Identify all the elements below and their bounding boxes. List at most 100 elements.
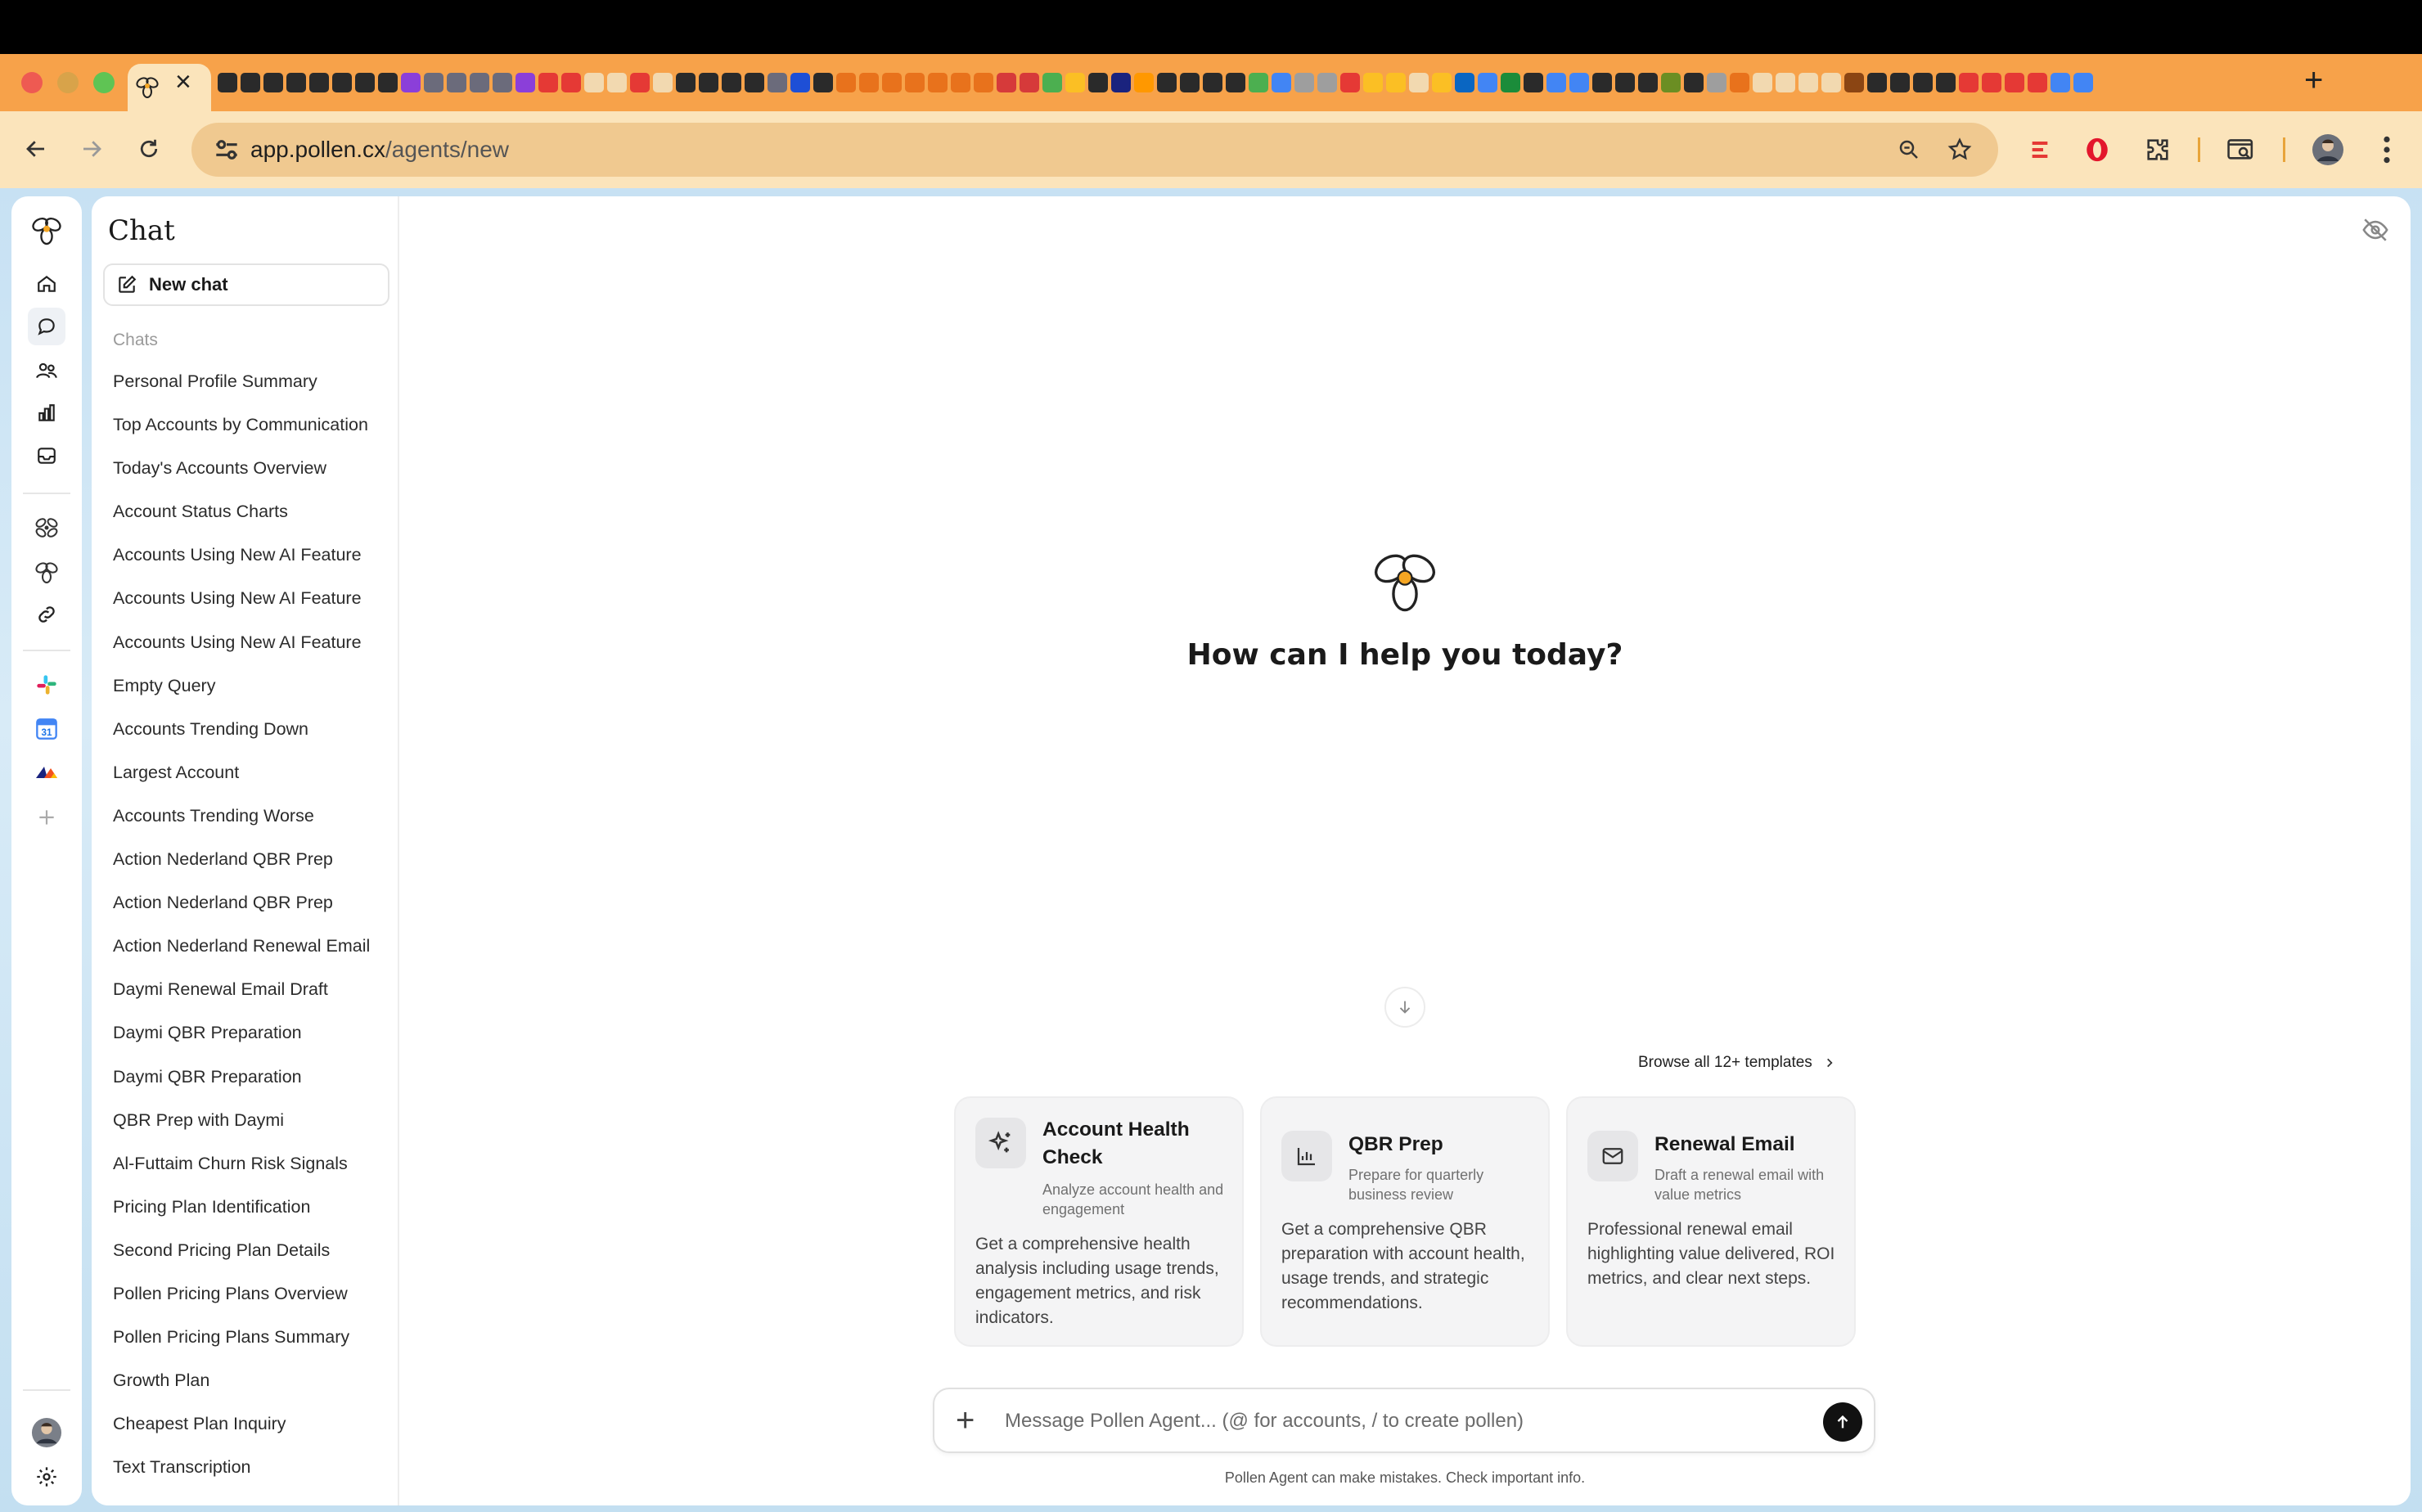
- bookmark-star-icon[interactable]: [1943, 133, 1977, 167]
- chat-history-item[interactable]: Cheapest Plan Inquiry: [113, 1412, 370, 1456]
- chat-history-item[interactable]: Al-Futtaim Churn Risk Signals: [113, 1152, 370, 1195]
- chat-history-item[interactable]: QBR Prep with Daymi: [113, 1109, 370, 1152]
- pinned-tab-favicon[interactable]: [2073, 73, 2093, 92]
- close-window-button[interactable]: [21, 72, 43, 93]
- template-card-qbr-prep[interactable]: QBR Prep Prepare for quarterly business …: [1260, 1096, 1550, 1347]
- pinned-tab-favicon[interactable]: [1753, 73, 1772, 92]
- extension-red-icon[interactable]: [2019, 129, 2060, 170]
- chat-history-item[interactable]: Pollen Pricing Plans Summary: [113, 1325, 370, 1369]
- chat-history-item[interactable]: Accounts Using New AI Feature: [113, 587, 370, 630]
- pinned-tab-favicon[interactable]: [699, 73, 718, 92]
- chat-history-item[interactable]: Empty Query: [113, 674, 370, 718]
- add-attachment-button[interactable]: +: [956, 1402, 975, 1438]
- user-avatar[interactable]: [28, 1414, 65, 1451]
- pinned-tab-favicon[interactable]: [1776, 73, 1795, 92]
- analytics-icon[interactable]: [28, 394, 65, 432]
- pinned-tab-favicon[interactable]: [768, 73, 787, 92]
- chat-history-item[interactable]: Personal Profile Summary: [113, 370, 370, 413]
- chat-history-item[interactable]: Accounts Trending Worse: [113, 804, 370, 848]
- pinned-tab-favicon[interactable]: [813, 73, 833, 92]
- pinned-tab-favicon[interactable]: [653, 73, 673, 92]
- pinned-tab-favicon[interactable]: [2028, 73, 2047, 92]
- pinned-tab-favicon[interactable]: [1134, 73, 1154, 92]
- pinned-tab-favicon[interactable]: [309, 73, 329, 92]
- pinned-tab-favicon[interactable]: [1111, 73, 1131, 92]
- pinned-tab-favicon[interactable]: [584, 73, 604, 92]
- pinned-tab-favicon[interactable]: [722, 73, 741, 92]
- chat-history-item[interactable]: Action Nederland QBR Prep: [113, 891, 370, 934]
- back-button[interactable]: [15, 128, 57, 170]
- link-icon[interactable]: [28, 596, 65, 633]
- pinned-tab-favicon[interactable]: [1065, 73, 1085, 92]
- tab-close-icon[interactable]: ×: [175, 67, 191, 97]
- pinned-tab-favicon[interactable]: [1088, 73, 1108, 92]
- pinned-tab-favicon[interactable]: [790, 73, 810, 92]
- accounts-icon[interactable]: [28, 352, 65, 389]
- pinned-tab-favicon[interactable]: [1203, 73, 1222, 92]
- pinned-tab-favicon[interactable]: [2051, 73, 2070, 92]
- pinned-tab-favicon[interactable]: [241, 73, 260, 92]
- zoom-icon[interactable]: [1892, 133, 1926, 167]
- slack-icon[interactable]: [28, 666, 65, 704]
- pinned-tab-favicon[interactable]: [1249, 73, 1268, 92]
- chat-history-item[interactable]: Text Transcription: [113, 1456, 370, 1499]
- pinned-tab-favicon[interactable]: [378, 73, 398, 92]
- pinned-tab-favicon[interactable]: [1042, 73, 1062, 92]
- pinned-tab-favicon[interactable]: [1844, 73, 1864, 92]
- pinned-tab-favicon[interactable]: [1020, 73, 1039, 92]
- pinned-tab-favicon[interactable]: [1890, 73, 1910, 92]
- pinned-tab-favicon[interactable]: [1569, 73, 1589, 92]
- pinned-tab-favicon[interactable]: [470, 73, 489, 92]
- pinned-tab-favicon[interactable]: [905, 73, 925, 92]
- pinned-tab-favicon[interactable]: [538, 73, 558, 92]
- opera-extension-icon[interactable]: [2077, 129, 2118, 170]
- profile-avatar[interactable]: [2307, 129, 2348, 170]
- browser-menu-icon[interactable]: [2366, 129, 2407, 170]
- pinned-tab-favicon[interactable]: [1867, 73, 1887, 92]
- new-tab-button[interactable]: +: [2304, 62, 2323, 99]
- template-card-renewal-email[interactable]: Renewal Email Draft a renewal email with…: [1566, 1096, 1856, 1347]
- pinned-tab-favicon[interactable]: [951, 73, 970, 92]
- chat-history-item[interactable]: Growth Plan: [113, 1369, 370, 1412]
- pinned-tab-favicon[interactable]: [424, 73, 443, 92]
- pinned-tab-favicon[interactable]: [997, 73, 1016, 92]
- chat-history-item[interactable]: Top Accounts by Communication: [113, 413, 370, 457]
- pinned-tab-favicon[interactable]: [218, 73, 237, 92]
- active-tab[interactable]: [128, 64, 211, 111]
- pollen-agent-icon[interactable]: [28, 509, 65, 547]
- pinned-tab-favicon[interactable]: [355, 73, 375, 92]
- pinned-tab-favicon[interactable]: [859, 73, 879, 92]
- pinned-tab-favicon[interactable]: [1936, 73, 1956, 92]
- pinned-tab-favicon[interactable]: [1546, 73, 1566, 92]
- pinned-tab-favicon[interactable]: [607, 73, 627, 92]
- chat-history-item[interactable]: Account Status Charts: [113, 500, 370, 543]
- pinned-tab-favicon[interactable]: [401, 73, 421, 92]
- pinned-tab-favicon[interactable]: [1455, 73, 1474, 92]
- template-card-account-health[interactable]: Account Health Check Analyze account hea…: [954, 1096, 1244, 1347]
- pinned-tab-favicon[interactable]: [630, 73, 650, 92]
- pinned-tab-favicon[interactable]: [1821, 73, 1841, 92]
- pinned-tab-favicon[interactable]: [1913, 73, 1933, 92]
- pinned-tab-favicon[interactable]: [515, 73, 535, 92]
- eye-off-icon[interactable]: [2361, 216, 2389, 248]
- pollen-logo-icon[interactable]: [28, 211, 65, 249]
- pinned-tab-favicon[interactable]: [928, 73, 948, 92]
- pinned-tab-favicon[interactable]: [332, 73, 352, 92]
- pinned-tab-favicon[interactable]: [745, 73, 764, 92]
- new-chat-button[interactable]: New chat: [103, 263, 389, 306]
- chat-history-item[interactable]: Daymi Renewal Email Draft: [113, 978, 370, 1021]
- pinned-tab-favicon[interactable]: [286, 73, 306, 92]
- pinned-tab-favicon[interactable]: [1272, 73, 1291, 92]
- chat-history-item[interactable]: Today's Accounts Overview: [113, 457, 370, 500]
- scroll-down-button[interactable]: [1384, 987, 1425, 1028]
- chat-history-item[interactable]: Accounts Trending Down: [113, 718, 370, 761]
- tab-search-icon[interactable]: [2221, 129, 2262, 170]
- pinned-tab-favicon[interactable]: [1432, 73, 1452, 92]
- browse-templates-link[interactable]: Browse all 12+ templates: [1638, 1054, 1835, 1072]
- pinned-tab-favicon[interactable]: [493, 73, 512, 92]
- pinned-tab-favicon[interactable]: [1615, 73, 1635, 92]
- chat-history-item[interactable]: Daymi QBR Preparation: [113, 1021, 370, 1064]
- pinned-tab-favicon[interactable]: [1180, 73, 1200, 92]
- pinned-tab-favicon[interactable]: [1798, 73, 1818, 92]
- chat-icon[interactable]: [28, 308, 65, 345]
